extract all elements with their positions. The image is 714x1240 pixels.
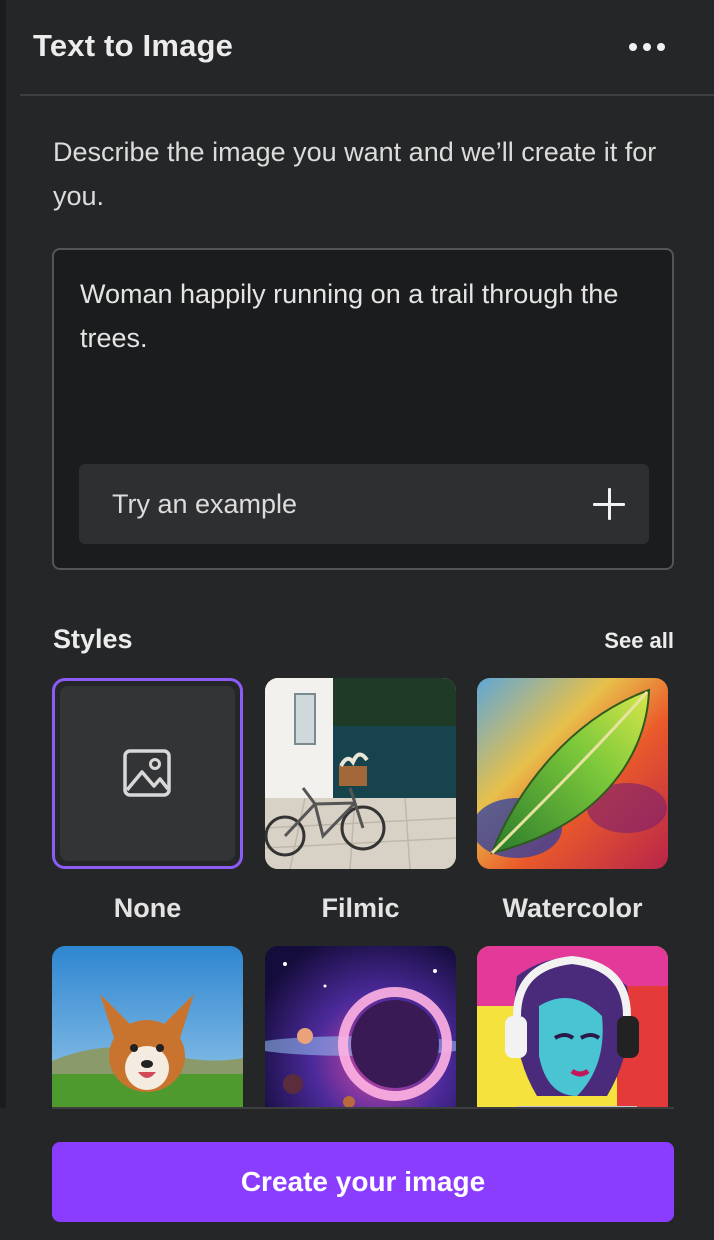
- try-example-label: Try an example: [112, 489, 298, 519]
- more-horizontal-icon: [629, 43, 637, 51]
- style-none-label: None: [113, 893, 182, 923]
- footer-divider: [52, 1107, 674, 1109]
- style-none-tile[interactable]: [52, 678, 243, 869]
- see-all-link[interactable]: See all: [604, 628, 674, 654]
- more-horizontal-icon: [643, 43, 651, 51]
- watercolor-thumbnail: [477, 678, 668, 869]
- style-filmic-label: Filmic: [321, 893, 400, 923]
- plus-icon: [593, 488, 625, 520]
- styles-heading: Styles: [53, 624, 133, 654]
- style-watercolor-tile[interactable]: [477, 678, 668, 869]
- more-horizontal-icon: [657, 43, 665, 51]
- style-filmic-tile[interactable]: [265, 678, 456, 869]
- prompt-textarea[interactable]: Woman happily running on a trail through…: [52, 248, 674, 570]
- more-options-button[interactable]: [620, 30, 674, 64]
- panel-description: Describe the image you want and we’ll cr…: [53, 137, 657, 211]
- prompt-text[interactable]: Woman happily running on a trail through…: [80, 272, 660, 360]
- style-watercolor-label: Watercolor: [502, 893, 643, 923]
- panel-title: Text to Image: [33, 28, 234, 63]
- left-edge-bar: [0, 0, 6, 1240]
- create-image-button[interactable]: Create your image: [52, 1142, 674, 1222]
- image-icon: [123, 749, 171, 797]
- try-example-button[interactable]: Try an example: [79, 464, 649, 544]
- filmic-thumbnail: [265, 678, 456, 869]
